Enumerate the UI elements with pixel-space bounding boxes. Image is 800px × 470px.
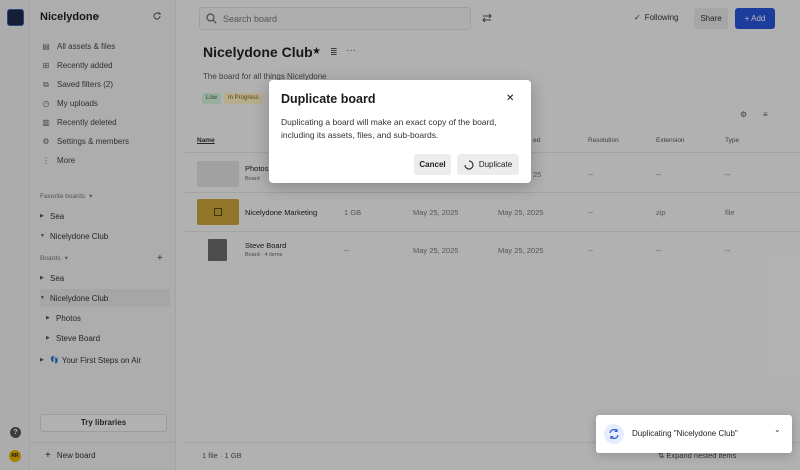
dialog-body: Duplicating a board will make an exact c… bbox=[281, 117, 497, 140]
progress-toast: Duplicating "Nicelydone Club" ⌄ bbox=[596, 415, 792, 453]
cancel-button[interactable]: Cancel bbox=[414, 154, 451, 175]
dialog-title: Duplicate board bbox=[281, 92, 376, 106]
chevron-down-icon[interactable]: ⌄ bbox=[774, 425, 781, 434]
toast-message: Duplicating "Nicelydone Club" bbox=[632, 429, 738, 438]
duplicate-board-dialog: Duplicate board ✕ Duplicating a board wi… bbox=[269, 80, 531, 183]
duplicate-button[interactable]: Duplicate bbox=[457, 154, 519, 175]
sync-icon bbox=[604, 424, 624, 444]
close-icon[interactable]: ✕ bbox=[506, 93, 514, 104]
modal-overlay[interactable] bbox=[0, 0, 800, 470]
duplicate-label: Duplicate bbox=[478, 160, 513, 169]
spinner-icon bbox=[464, 159, 474, 170]
